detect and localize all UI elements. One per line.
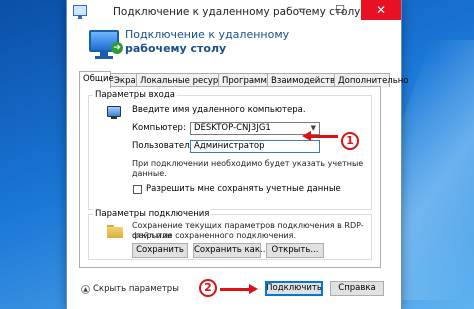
header-title-line1: Подключение к удаленному — [125, 28, 290, 41]
rdp-window: Подключение к удаленному рабочему столу … — [66, 0, 409, 309]
open-button[interactable]: Открыть... — [266, 243, 324, 258]
header-title-line2: рабочему столу — [125, 42, 227, 55]
save-as-button[interactable]: Сохранить как... — [193, 243, 268, 258]
computer-combobox[interactable]: DESKTOP-CNJ3JG1 ▼ — [190, 122, 320, 135]
tab-local-resources[interactable]: Локальные ресурсы — [136, 73, 230, 87]
rdp-monitor-icon — [73, 5, 87, 19]
minimize-button[interactable]: ─ — [287, 0, 317, 20]
tab-programs[interactable]: Программы — [218, 73, 274, 87]
title-bar[interactable]: Подключение к удаленному рабочему столу … — [67, 0, 401, 24]
credentials-note-line1: При подключении необходимо будет указать… — [132, 159, 364, 168]
chevron-down-icon[interactable]: ▼ — [311, 123, 316, 134]
window-title: Подключение к удаленному рабочему столу — [113, 6, 361, 18]
annotation-marker-2: 2 — [199, 279, 217, 297]
maximize-button[interactable]: ☐ — [325, 0, 355, 20]
chevron-up-icon[interactable]: ▲ — [81, 285, 90, 294]
computer-label: Компьютер: — [132, 123, 186, 133]
annotation-marker-1: 1 — [341, 132, 359, 150]
credentials-note-line2: данные. — [132, 169, 167, 178]
logon-settings-group: Параметры входа Введите имя удаленного к… — [88, 90, 372, 210]
logon-group-title: Параметры входа — [93, 90, 177, 100]
tab-experience[interactable]: Взаимодействие — [267, 73, 346, 87]
dialog-header: ➜ Подключение к удаленному рабочему стол… — [67, 24, 401, 68]
computer-prompt: Введите имя удаленного компьютера. — [132, 105, 306, 115]
tab-panel-general: Параметры входа Введите имя удаленного к… — [79, 86, 381, 268]
tab-display[interactable]: Экран — [110, 73, 141, 87]
user-label: Пользователь: — [132, 141, 198, 151]
save-button[interactable]: Сохранить — [132, 243, 188, 258]
hide-options-link[interactable]: Скрыть параметры — [93, 284, 179, 294]
computer-value: DESKTOP-CNJ3JG1 — [194, 123, 271, 133]
monitor-base — [95, 56, 113, 59]
connection-desc-line2: открытие сохраненного подключения. — [132, 231, 297, 240]
help-button[interactable]: Справка — [330, 281, 384, 296]
connection-settings-group: Параметры подключения Сохранение текущих… — [88, 209, 372, 260]
save-credentials-checkbox[interactable] — [133, 185, 142, 194]
save-credentials-label[interactable]: Разрешить мне сохранять учетные данные — [146, 184, 341, 194]
folder-icon — [107, 225, 123, 238]
close-button[interactable]: ✕ — [361, 0, 401, 20]
connection-group-title: Параметры подключения — [93, 209, 212, 219]
annotation-arrow-2 — [220, 284, 258, 294]
connect-button[interactable]: Подключить — [265, 281, 323, 296]
connect-arrow-icon: ➜ — [111, 42, 123, 54]
computer-icon — [107, 106, 121, 119]
tab-general[interactable]: Общие — [79, 71, 114, 88]
tab-advanced[interactable]: Дополнительно — [334, 73, 409, 87]
annotation-arrow-1 — [302, 131, 338, 141]
user-field[interactable]: Администратор — [190, 140, 320, 153]
